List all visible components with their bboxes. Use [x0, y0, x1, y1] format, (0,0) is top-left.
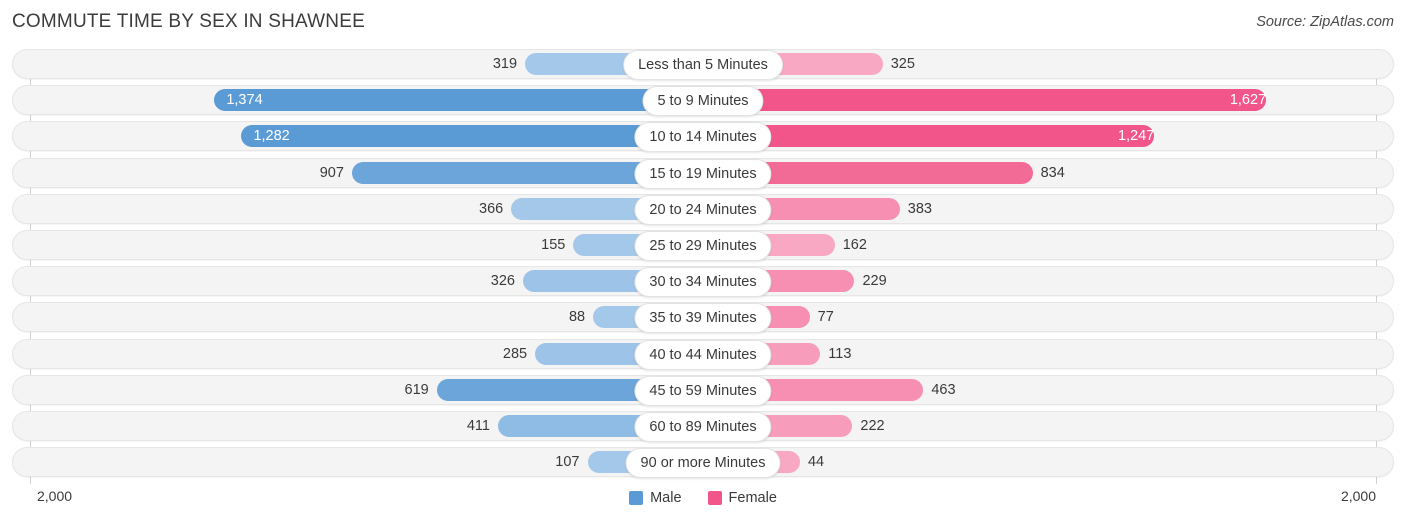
- legend-label: Male: [650, 490, 682, 506]
- bar-value-female: 325: [890, 56, 915, 72]
- bar-value-female: 229: [862, 273, 887, 290]
- bar-value-male: 326: [490, 273, 515, 290]
- bar-row: 319 325 Less than 5 Minutes: [0, 46, 1406, 82]
- bar-value-male: 107: [555, 454, 580, 471]
- bar-value-male: 619: [404, 381, 429, 398]
- bar-row: 285 113 40 to 44 Minutes: [0, 336, 1406, 372]
- legend-swatch-icon: [629, 491, 644, 505]
- category-label-10: 45 to 59 Minutes: [634, 375, 772, 406]
- bar-row: 326 229 30 to 34 Minutes: [0, 263, 1406, 299]
- bar-row: 1,282 1,247 10 to 14 Minutes: [0, 118, 1406, 154]
- bar-value-female: 77: [817, 309, 834, 326]
- bar-value-male: 411: [466, 417, 490, 434]
- category-label-1: Less than 5 Minutes: [623, 50, 783, 80]
- source-attribution: Source: ZipAtlas.com: [1256, 14, 1394, 30]
- chart-legend: Male Female: [0, 490, 1406, 506]
- category-label-3: 10 to 14 Minutes: [634, 122, 772, 153]
- bar-row: 155 162 25 to 29 Minutes: [0, 227, 1406, 263]
- bar-value-male: 88: [568, 309, 586, 326]
- category-label-6: 25 to 29 Minutes: [634, 230, 772, 261]
- legend-swatch-icon: [707, 491, 722, 505]
- legend-item-female[interactable]: Female: [707, 490, 777, 506]
- bar-value-male: 155: [541, 236, 566, 253]
- legend-label: Female: [728, 490, 777, 506]
- bar-row: 619 463 45 to 59 Minutes: [0, 372, 1406, 408]
- bar-row: 411 222 60 to 89 Minutes: [0, 408, 1406, 444]
- bar-row: 88 77 35 to 39 Minutes: [0, 299, 1406, 335]
- category-label-5: 20 to 24 Minutes: [634, 194, 772, 225]
- chart-header: COMMUTE TIME BY SEX IN SHAWNEE Source: Z…: [0, 0, 1406, 46]
- bar-row: 907 834 15 to 19 Minutes: [0, 155, 1406, 191]
- chart-footer: 2,000 2,000 Male Female: [0, 484, 1406, 523]
- bar-value-female: 834: [1040, 164, 1065, 181]
- bar-value-male: 285: [502, 345, 528, 362]
- bar-value-female: 1,247: [1117, 128, 1155, 145]
- category-label-7: 30 to 34 Minutes: [634, 267, 772, 298]
- bar-row: 1,374 1,627 5 to 9 Minutes: [0, 82, 1406, 118]
- chart-plot-area: 319 325 Less than 5 Minutes 1,374 1,627 5 to …: [0, 46, 1406, 484]
- bar-value-female: 463: [931, 381, 956, 398]
- bar-value-female: 162: [842, 236, 867, 253]
- bar-value-male: 366: [479, 200, 504, 217]
- bar-value-male: 1,374: [226, 92, 263, 109]
- bar-value-female: 113: [828, 345, 852, 362]
- category-label-2: 5 to 9 Minutes: [642, 86, 764, 117]
- category-label-9: 40 to 44 Minutes: [634, 339, 772, 370]
- bar-value-female: 383: [907, 200, 932, 217]
- bar-row: 366 383 20 to 24 Minutes: [0, 191, 1406, 227]
- category-label-12: 90 or more Minutes: [625, 448, 781, 479]
- bar-rows-container: 319 325 Less than 5 Minutes 1,374 1,627 5 to …: [0, 46, 1406, 480]
- bar-value-female: 222: [860, 417, 885, 434]
- bar-value-female: 1,627: [1229, 92, 1267, 109]
- bar-value-male: 907: [319, 164, 344, 181]
- category-label-4: 15 to 19 Minutes: [634, 158, 772, 189]
- bar-row: 107 44 90 or more Minutes: [0, 444, 1406, 480]
- category-label-11: 60 to 89 Minutes: [634, 411, 772, 442]
- bar-value-female: 44: [807, 454, 825, 471]
- page-title: COMMUTE TIME BY SEX IN SHAWNEE: [12, 11, 365, 32]
- legend-item-male[interactable]: Male: [629, 490, 682, 506]
- bar-value-male: 319: [492, 56, 518, 72]
- category-label-8: 35 to 39 Minutes: [634, 303, 772, 334]
